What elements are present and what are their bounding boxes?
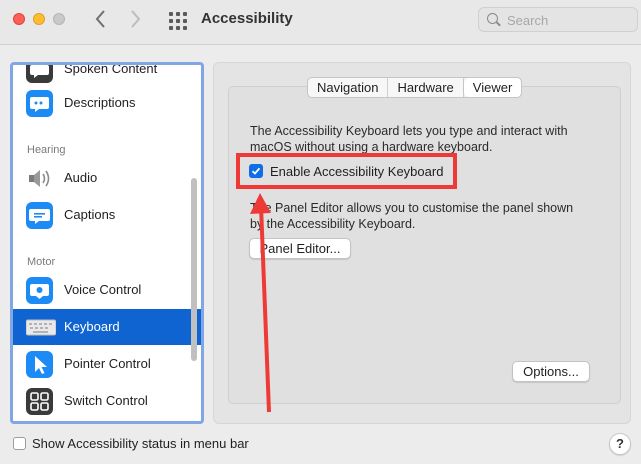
- section-header-hearing: Hearing: [27, 144, 66, 156]
- tab-bar: Navigation Hardware Viewer: [307, 77, 523, 98]
- sidebar-item-spoken-content[interactable]: Spoken Content: [13, 62, 201, 87]
- search-input[interactable]: [507, 11, 627, 29]
- sidebar-item-label: Audio: [64, 170, 98, 185]
- sidebar-item-label: Pointer Control: [64, 356, 151, 371]
- minimize-window-button[interactable]: [33, 13, 45, 25]
- show-status-menu-bar-checkbox[interactable]: [13, 437, 26, 450]
- pointer-icon: [26, 351, 53, 378]
- keyboard-icon: [25, 314, 57, 341]
- keyboard-description: The Accessibility Keyboard lets you type…: [250, 124, 568, 154]
- tab-hardware[interactable]: Hardware: [388, 78, 464, 97]
- section-header-motor: Motor: [27, 256, 56, 268]
- chevron-right-icon: [131, 10, 141, 28]
- sidebar-item-keyboard[interactable]: Keyboard: [13, 309, 201, 345]
- forward-button[interactable]: [130, 8, 142, 34]
- sidebar-item-label: Voice Control: [64, 282, 142, 297]
- sidebar-item-switch-control[interactable]: Switch Control: [13, 383, 201, 419]
- sidebar-item-label: Spoken Content: [64, 62, 158, 76]
- spoken-content-icon: [26, 65, 53, 83]
- sidebar-item-pointer-control[interactable]: Pointer Control: [13, 346, 201, 382]
- zoom-window-button[interactable]: [53, 13, 65, 25]
- window-title: Accessibility: [201, 10, 293, 27]
- enable-accessibility-keyboard-label[interactable]: Enable Accessibility Keyboard: [270, 164, 443, 179]
- panel-editor-button[interactable]: Panel Editor...: [249, 238, 351, 259]
- panel-editor-description: The Panel Editor allows you to customise…: [250, 201, 574, 231]
- options-button[interactable]: Options...: [512, 361, 590, 382]
- switch-control-icon: [26, 388, 53, 415]
- close-window-button[interactable]: [13, 13, 25, 25]
- sidebar-item-label: Switch Control: [64, 393, 148, 408]
- title-bar: Accessibility: [0, 0, 641, 45]
- checkmark-icon: [251, 167, 261, 175]
- speaker-icon: [26, 165, 53, 192]
- sidebar-item-descriptions[interactable]: Descriptions: [13, 85, 201, 121]
- sidebar-item-audio[interactable]: Audio: [13, 160, 201, 196]
- chevron-left-icon: [95, 10, 105, 28]
- search-field[interactable]: [478, 7, 638, 32]
- sidebar-item-captions[interactable]: Captions: [13, 197, 201, 233]
- descriptions-icon: [26, 90, 53, 117]
- show-status-menu-bar-label[interactable]: Show Accessibility status in menu bar: [32, 436, 249, 451]
- back-button[interactable]: [94, 8, 106, 34]
- captions-icon: [26, 202, 53, 229]
- sidebar-item-label: Descriptions: [64, 95, 136, 110]
- sidebar-item-voice-control[interactable]: Voice Control: [13, 272, 201, 308]
- voice-control-icon: [26, 277, 53, 304]
- sidebar-scrollbar[interactable]: [191, 178, 197, 361]
- sidebar-list[interactable]: Spoken Content Descriptions Hearing Audi…: [10, 62, 204, 424]
- enable-accessibility-keyboard-checkbox[interactable]: [249, 164, 263, 178]
- tab-navigation[interactable]: Navigation: [308, 78, 389, 97]
- show-all-grid-icon[interactable]: [169, 12, 187, 30]
- search-icon: [487, 13, 498, 24]
- sidebar-item-label: Captions: [64, 207, 116, 222]
- tab-viewer[interactable]: Viewer: [463, 78, 522, 97]
- help-button[interactable]: ?: [609, 433, 631, 455]
- sidebar-item-label: Keyboard: [64, 319, 120, 334]
